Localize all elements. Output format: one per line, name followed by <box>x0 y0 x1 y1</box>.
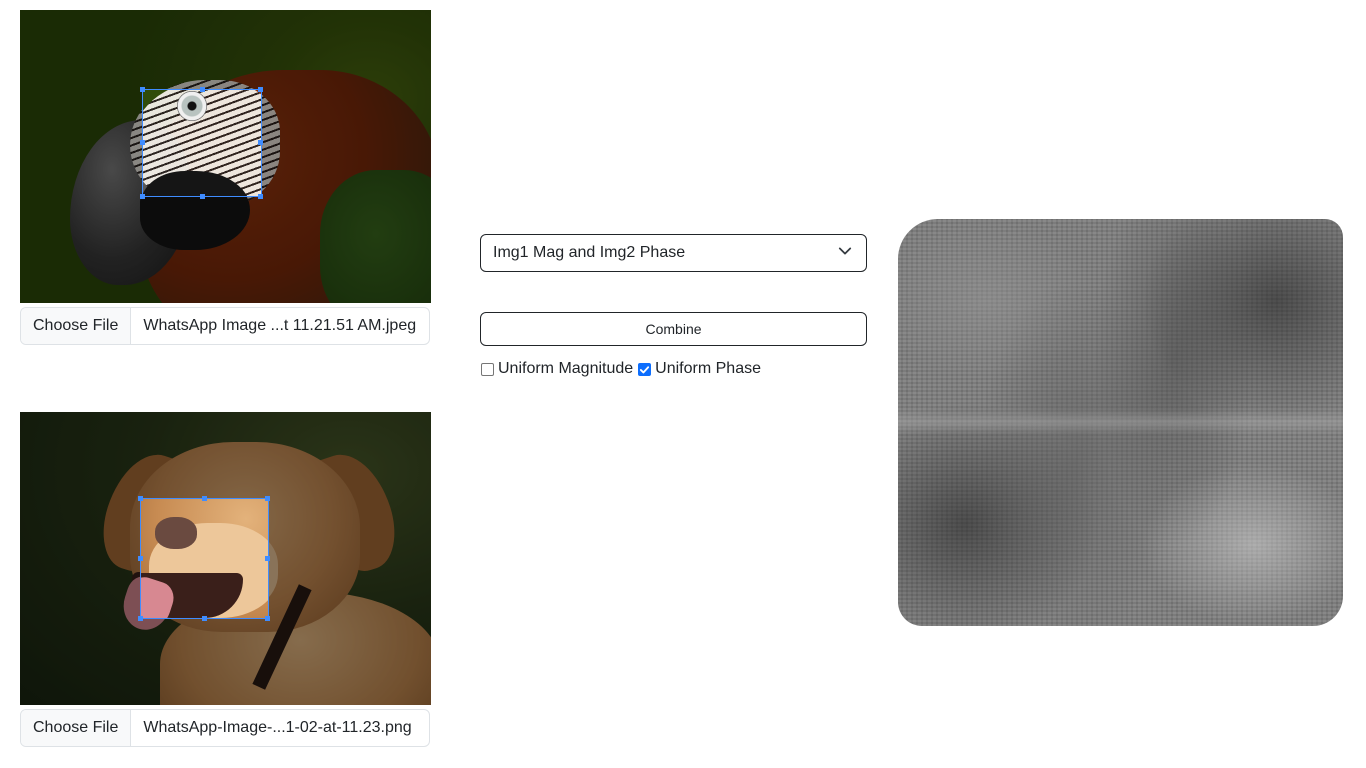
image2-crop-region[interactable] <box>140 498 269 619</box>
file-name-label: WhatsApp Image ...t 11.21.51 AM.jpeg <box>143 317 417 334</box>
crop-handle-se[interactable] <box>265 616 270 621</box>
image2-preview[interactable] <box>20 412 431 705</box>
crop-handle-nw[interactable] <box>138 496 143 501</box>
file-name-label: WhatsApp-Image-...1-02-at-11.23.png <box>143 719 412 736</box>
image1-preview[interactable] <box>20 10 431 303</box>
image1-file-input[interactable]: Choose File WhatsApp Image ...t 11.21.51… <box>20 307 430 345</box>
crop-handle-w[interactable] <box>140 140 145 145</box>
crop-handle-e[interactable] <box>258 140 263 145</box>
combined-output-image <box>898 219 1343 626</box>
crop-handle-n[interactable] <box>202 496 207 501</box>
uniform-magnitude-checkbox[interactable] <box>481 362 494 376</box>
image2-file-input[interactable]: Choose File WhatsApp-Image-...1-02-at-11… <box>20 709 430 747</box>
mode-select-value: Img1 Mag and Img2 Phase <box>493 244 686 261</box>
combine-button[interactable]: Combine <box>480 312 867 346</box>
uniform-magnitude-label: Uniform Magnitude <box>498 360 634 377</box>
crop-handle-s[interactable] <box>202 616 207 621</box>
uniform-phase-checkbox[interactable] <box>638 362 652 376</box>
mode-select[interactable]: Img1 Mag and Img2 Phase <box>480 234 867 272</box>
choose-file-button[interactable]: Choose File <box>21 308 132 344</box>
crop-handle-e[interactable] <box>265 556 270 561</box>
crop-handle-s[interactable] <box>200 194 205 199</box>
image1-crop-region[interactable] <box>142 89 262 197</box>
chevron-down-icon <box>838 244 852 263</box>
page: Choose File WhatsApp Image ...t 11.21.51… <box>0 0 1366 768</box>
crop-handle-nw[interactable] <box>140 87 145 92</box>
uniform-phase-label: Uniform Phase <box>655 360 761 377</box>
crop-handle-w[interactable] <box>138 556 143 561</box>
crop-handle-n[interactable] <box>200 87 205 92</box>
crop-handle-ne[interactable] <box>258 87 263 92</box>
crop-handle-sw[interactable] <box>140 194 145 199</box>
crop-handle-sw[interactable] <box>138 616 143 621</box>
crop-handle-ne[interactable] <box>265 496 270 501</box>
uniform-options: Uniform Magnitude Uniform Phase <box>480 360 765 378</box>
checkmark-icon <box>640 365 650 373</box>
choose-file-button[interactable]: Choose File <box>21 710 132 746</box>
crop-handle-se[interactable] <box>258 194 263 199</box>
